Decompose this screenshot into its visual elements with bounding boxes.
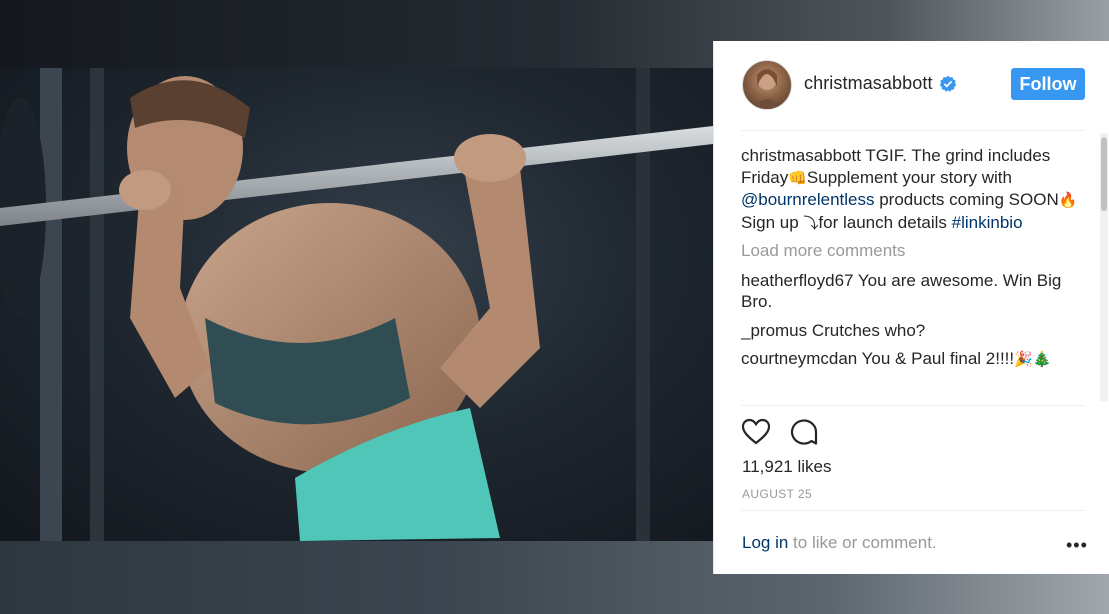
login-link[interactable]: Log in — [742, 533, 788, 552]
arrow-down-emoji: ⤵ — [803, 213, 819, 232]
comment-text: You & Paul final 2!!!! — [857, 349, 1015, 368]
caption-text-3: products coming SOON — [874, 190, 1059, 209]
follow-button[interactable]: Follow — [1011, 68, 1085, 100]
load-more-comments-link[interactable]: Load more comments — [741, 240, 1093, 262]
username-link[interactable]: christmasabbott — [804, 73, 933, 94]
footer-divider — [741, 510, 1085, 511]
avatar-image — [753, 69, 781, 109]
post-header: christmasabbott Follow — [714, 41, 1109, 129]
comments-divider — [741, 405, 1085, 406]
caption-username[interactable]: christmasabbott — [741, 146, 861, 165]
login-text: to like or comment. — [788, 533, 937, 552]
comments-scrollbar[interactable] — [1100, 133, 1108, 401]
caption: christmasabbott TGIF. The grind includes… — [741, 145, 1093, 234]
likes-count[interactable]: 11,921 likes — [742, 457, 831, 477]
avatar[interactable] — [742, 60, 792, 110]
fist-emoji: 👊 — [788, 168, 807, 187]
caption-text-2: Supplement your story with — [806, 167, 1012, 187]
verified-badge-icon — [939, 75, 957, 93]
post-actions — [741, 417, 861, 449]
comment-item: courtneymcdan You & Paul final 2!!!!🎉🎄 — [741, 348, 1093, 371]
comment-item: heatherfloyd67 You are awesome. Win Big … — [741, 270, 1093, 313]
caption-text-5: for launch details — [818, 212, 952, 232]
party-emoji: 🎉🎄 — [1014, 350, 1052, 368]
more-options-icon[interactable]: ••• — [1066, 536, 1087, 554]
post-date: AUGUST 25 — [742, 487, 813, 501]
login-prompt: Log in to like or comment. — [742, 533, 937, 553]
scrollbar-thumb[interactable] — [1101, 137, 1107, 211]
fire-emoji: 🔥 — [1058, 191, 1078, 209]
mention-link[interactable]: @bournrelentless — [741, 190, 875, 209]
hashtag-link[interactable]: #linkinbio — [952, 213, 1023, 232]
comments-section: christmasabbott TGIF. The grind includes… — [741, 145, 1093, 403]
comment-icon[interactable] — [789, 417, 819, 447]
post-photo — [0, 68, 713, 541]
comment-item: _promus Crutches who? — [741, 320, 1093, 342]
heart-icon[interactable] — [741, 417, 771, 447]
comment-text: Crutches who? — [807, 320, 926, 340]
comment-username[interactable]: courtneymcdan — [741, 349, 857, 368]
caption-text-4: Sign up — [741, 212, 804, 232]
instagram-post-panel: christmasabbott Follow christmasabbott T… — [713, 41, 1109, 574]
header-divider — [741, 130, 1085, 131]
comment-username[interactable]: _promus — [741, 321, 807, 340]
post-photo-illustration — [0, 68, 713, 541]
comment-username[interactable]: heatherfloyd67 — [741, 271, 853, 290]
